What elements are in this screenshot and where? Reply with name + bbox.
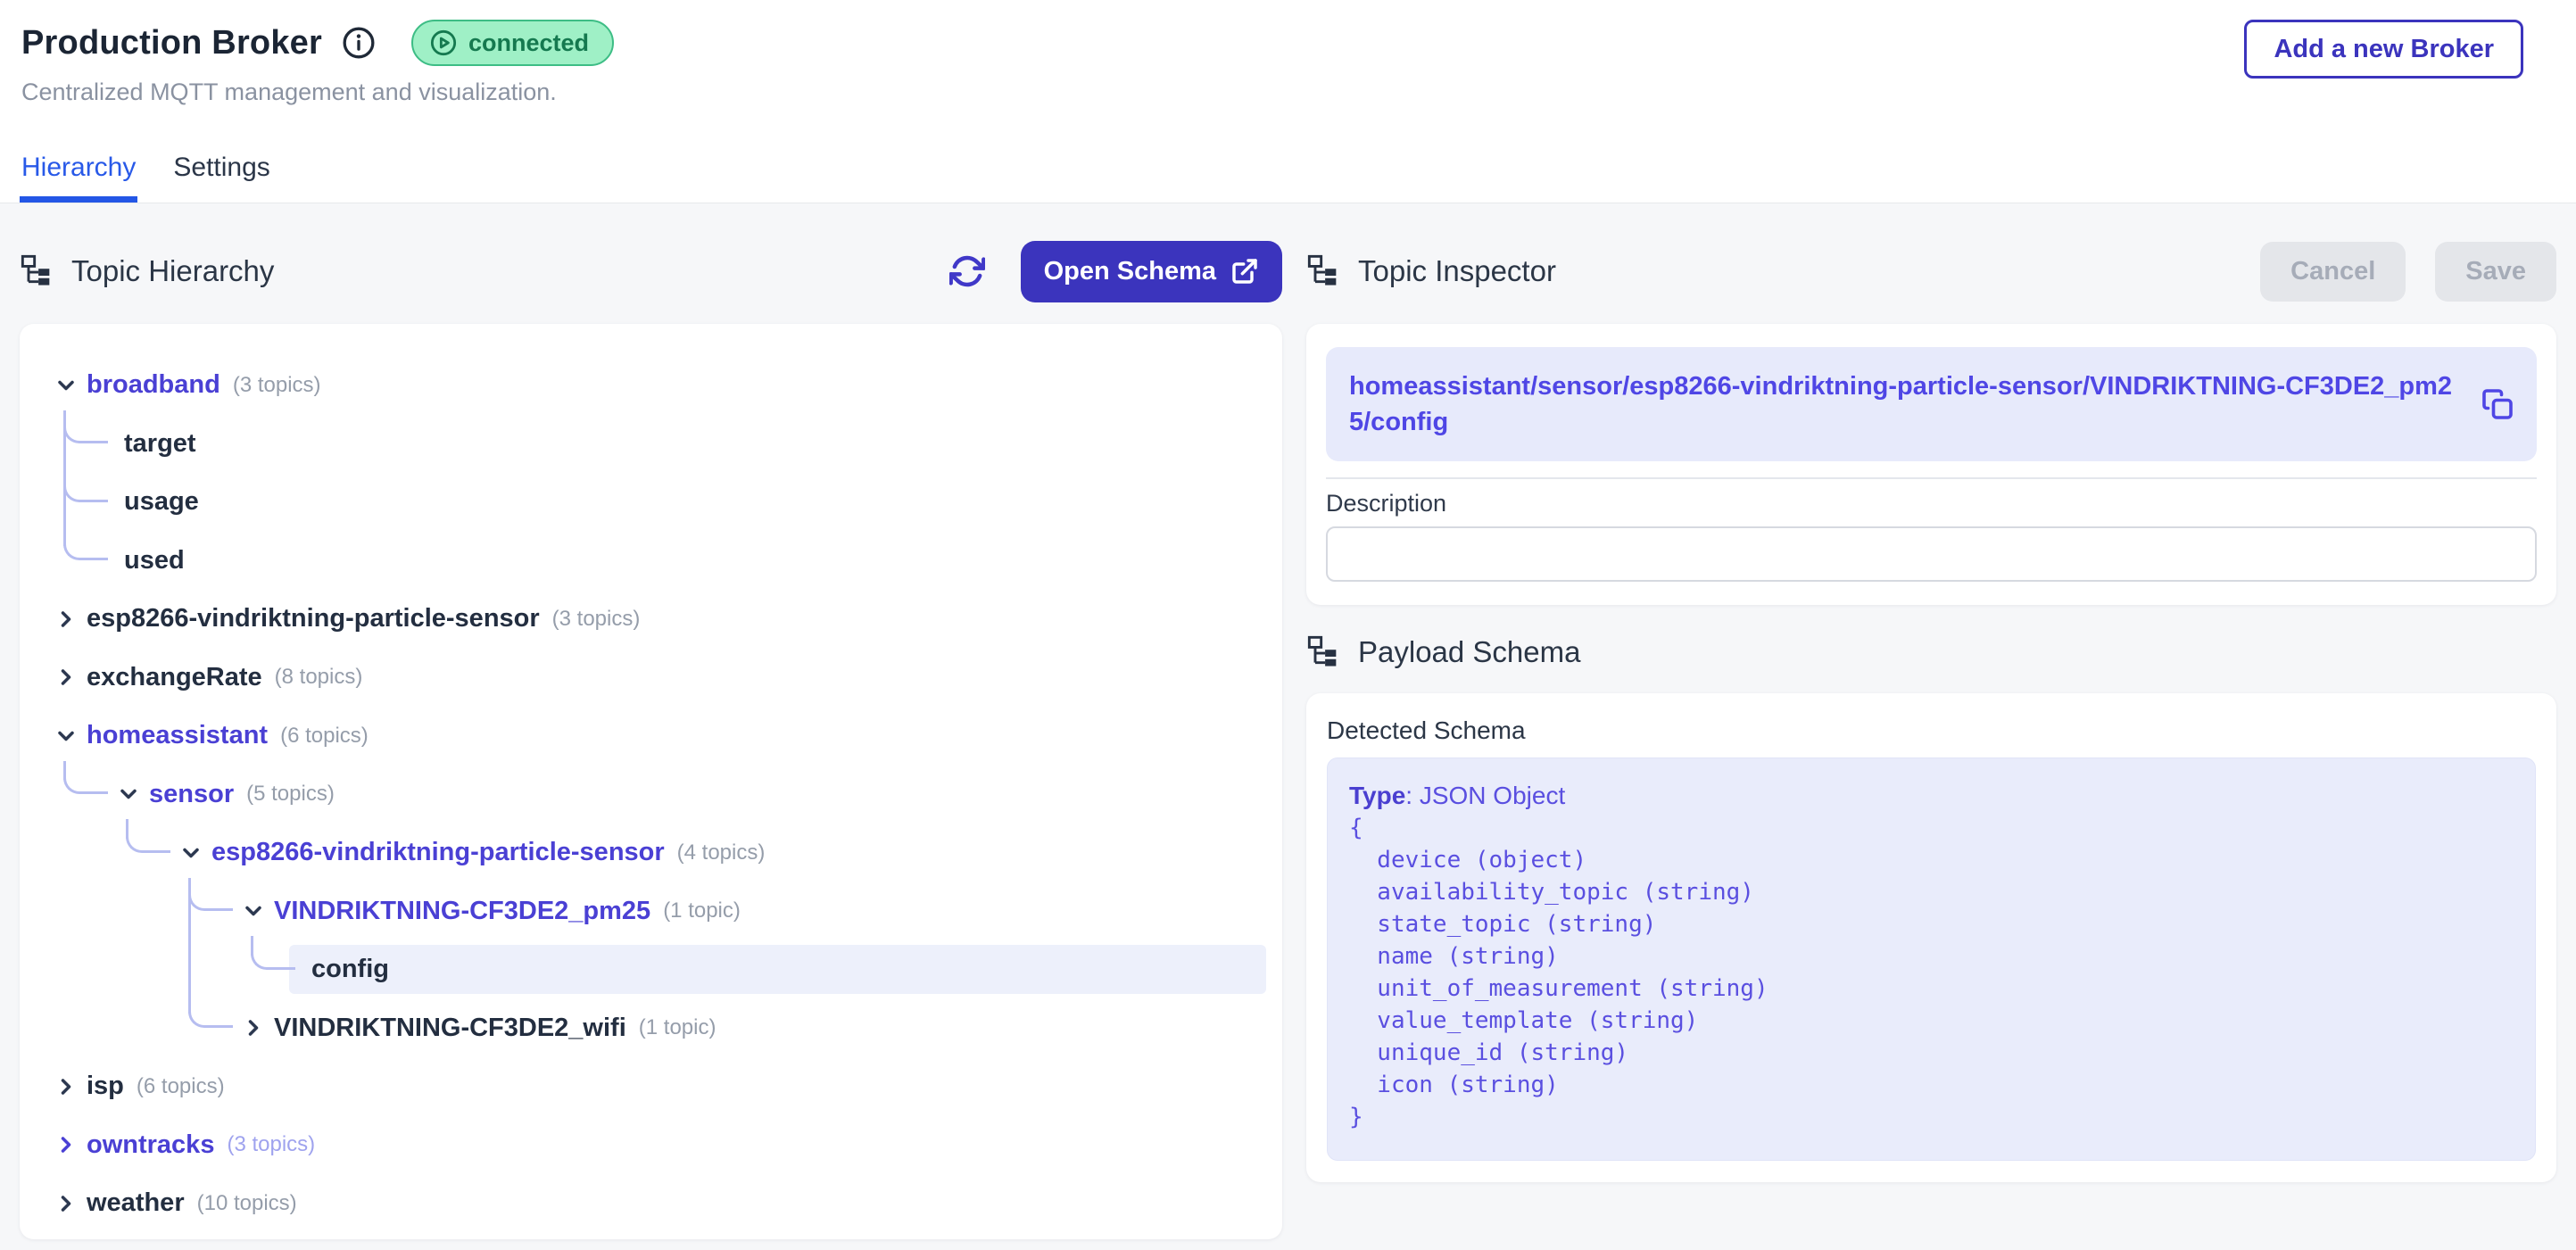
- tree-node-count: (5 topics): [246, 782, 335, 807]
- chevron-right-icon[interactable]: [54, 1191, 79, 1216]
- tree-connector-elbow: [63, 530, 108, 560]
- inspector-panel-title: Topic Inspector: [1358, 254, 1556, 288]
- tree-node-label: exchangeRate: [87, 663, 262, 692]
- schema-type-line: Type: JSON Object: [1349, 780, 2514, 812]
- tree-row[interactable]: config: [20, 940, 1282, 998]
- tree-node-label: target: [124, 429, 196, 459]
- chevron-right-icon[interactable]: [241, 1015, 266, 1040]
- tree-node-count: (10 topics): [197, 1191, 297, 1216]
- content-area: Topic Hierarchy Open Schema broadba: [0, 203, 2576, 1250]
- schema-type-value: JSON Object: [1420, 782, 1565, 809]
- tree-connector-elbow: [63, 472, 108, 502]
- cancel-button[interactable]: Cancel: [2260, 242, 2406, 302]
- tree-node-label: esp8266-vindriktning-particle-sensor: [87, 604, 540, 633]
- selected-row-highlight: [289, 945, 1266, 994]
- page-title: Production Broker: [21, 24, 322, 62]
- topic-inspector-card: homeassistant/sensor/esp8266-vindriktnin…: [1306, 324, 2556, 605]
- tab-bar: Hierarchy Settings: [0, 134, 2576, 203]
- tree-connector-elbow: [188, 881, 233, 911]
- refresh-icon[interactable]: [949, 253, 985, 289]
- tab-hierarchy[interactable]: Hierarchy: [20, 153, 137, 203]
- tree-node-label: config: [311, 955, 389, 984]
- payload-schema-card: Detected Schema Type: JSON Object { devi…: [1306, 693, 2556, 1182]
- page-header: Production Broker connected Centralized …: [0, 0, 2576, 134]
- chevron-down-icon[interactable]: [116, 782, 141, 807]
- tree-node-count: (8 topics): [275, 665, 363, 690]
- hierarchy-icon: [1306, 634, 1342, 670]
- tree-node-label: used: [124, 546, 185, 575]
- tree-row[interactable]: esp8266-vindriktning-particle-sensor (4 t…: [20, 824, 1282, 882]
- add-broker-button[interactable]: Add a new Broker: [2244, 20, 2523, 79]
- tree-node-label: broadband: [87, 370, 220, 400]
- tree-node-count: (6 topics): [137, 1074, 225, 1099]
- external-link-icon: [1230, 257, 1259, 286]
- hierarchy-panel-title: Topic Hierarchy: [71, 254, 274, 288]
- open-schema-label: Open Schema: [1044, 257, 1216, 286]
- chevron-down-icon[interactable]: [178, 840, 203, 865]
- tree-row[interactable]: weather (10 topics): [20, 1174, 1282, 1232]
- tree-node-count: (1 topic): [639, 1015, 716, 1040]
- status-badge: connected: [411, 20, 614, 66]
- tree-row[interactable]: used: [20, 532, 1282, 590]
- chevron-right-icon[interactable]: [54, 665, 79, 690]
- tree-connector-elbow: [63, 764, 108, 794]
- copy-icon[interactable]: [2481, 388, 2514, 420]
- description-input[interactable]: [1326, 526, 2537, 582]
- tree-connector-elbow: [63, 413, 108, 443]
- tree-row[interactable]: isp (6 topics): [20, 1057, 1282, 1115]
- tree-row[interactable]: homeassistant (6 topics): [20, 707, 1282, 765]
- tree-node-label: sensor: [149, 780, 234, 809]
- tree-row[interactable]: exchangeRate (8 topics): [20, 649, 1282, 707]
- tab-settings[interactable]: Settings: [171, 153, 271, 203]
- tree-row[interactable]: esp8266-vindriktning-particle-sensor (3 t…: [20, 590, 1282, 648]
- chevron-down-icon[interactable]: [54, 724, 79, 749]
- payload-schema-title: Payload Schema: [1358, 635, 1580, 669]
- topic-tree: broadband (3 topics) target usage used esp826…: [20, 324, 1282, 1239]
- schema-body: { device (object) availability_topic (st…: [1349, 812, 2514, 1133]
- tree-node-label: weather: [87, 1188, 185, 1218]
- tree-node-label: usage: [124, 487, 199, 517]
- chevron-right-icon[interactable]: [54, 1132, 79, 1157]
- tree-node-count: (4 topics): [677, 840, 766, 865]
- tree-node-count: (3 topics): [227, 1132, 315, 1157]
- topic-path: homeassistant/sensor/esp8266-vindriktnin…: [1349, 368, 2469, 440]
- tree-row[interactable]: broadband (3 topics): [20, 356, 1282, 414]
- chevron-right-icon[interactable]: [54, 607, 79, 632]
- tree-node-label: isp: [87, 1072, 124, 1101]
- tree-connector-elbow: [126, 823, 170, 853]
- tree-node-label: owntracks: [87, 1130, 214, 1160]
- tree-node-label: VINDRIKTNING-CF3DE2_wifi: [274, 1014, 626, 1043]
- tree-row[interactable]: target: [20, 415, 1282, 473]
- chevron-down-icon[interactable]: [54, 373, 79, 398]
- detected-schema-box: Type: JSON Object { device (object) avai…: [1327, 757, 2536, 1161]
- schema-type-label: Type: [1349, 782, 1405, 809]
- hierarchy-icon: [20, 253, 55, 289]
- description-label: Description: [1326, 490, 2537, 517]
- tree-node-count: (3 topics): [233, 373, 321, 398]
- page-subtitle: Centralized MQTT management and visualiz…: [21, 79, 2555, 106]
- play-circle-icon: [429, 29, 458, 57]
- tree-row[interactable]: usage: [20, 473, 1282, 531]
- tree-node-label: esp8266-vindriktning-particle-sensor: [211, 838, 665, 867]
- hierarchy-icon: [1306, 253, 1342, 289]
- topic-path-banner: homeassistant/sensor/esp8266-vindriktnin…: [1326, 347, 2537, 461]
- tree-row[interactable]: owntracks (3 topics): [20, 1116, 1282, 1174]
- tree-node-count: (3 topics): [552, 607, 641, 632]
- info-icon[interactable]: [342, 26, 376, 60]
- tree-connector-elbow: [188, 998, 233, 1028]
- tree-node-count: (6 topics): [280, 724, 369, 749]
- divider: [1326, 477, 2537, 479]
- save-button[interactable]: Save: [2435, 242, 2556, 302]
- tree-node-count: (1 topic): [663, 898, 741, 923]
- tree-node-label: homeassistant: [87, 721, 268, 750]
- detected-schema-label: Detected Schema: [1327, 716, 2536, 745]
- chevron-down-icon[interactable]: [241, 898, 266, 923]
- tree-connector-elbow: [251, 940, 295, 970]
- status-badge-label: connected: [468, 29, 589, 57]
- open-schema-button[interactable]: Open Schema: [1021, 241, 1282, 302]
- chevron-right-icon[interactable]: [54, 1074, 79, 1099]
- tree-node-label: VINDRIKTNING-CF3DE2_pm25: [274, 897, 650, 926]
- tree-row[interactable]: sensor (5 topics): [20, 766, 1282, 824]
